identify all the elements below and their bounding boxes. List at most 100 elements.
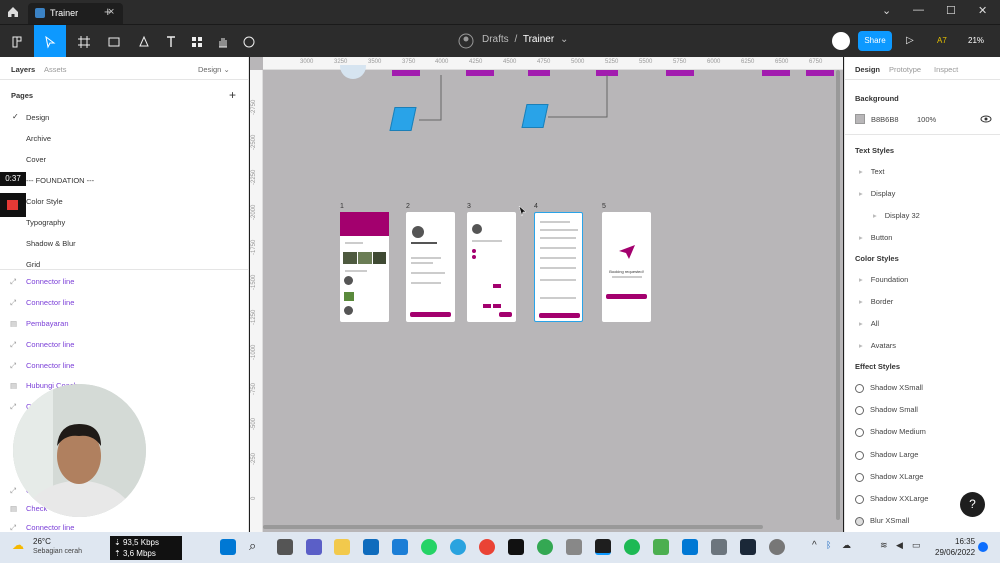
- effect-style-item[interactable]: Shadow XLarge: [855, 472, 923, 482]
- effect-style-item[interactable]: Blur XSmall: [855, 516, 909, 526]
- resources-icon[interactable]: [186, 25, 208, 58]
- bluetooth-icon[interactable]: ᛒ: [826, 540, 831, 550]
- start-button[interactable]: [220, 539, 236, 555]
- breadcrumb[interactable]: Drafts / Trainer ⌄: [482, 34, 568, 45]
- close-window-button[interactable]: ✕: [978, 4, 987, 17]
- color-style-item[interactable]: ▸ Border: [859, 297, 893, 306]
- rectangle-tool-icon[interactable]: [100, 25, 128, 58]
- add-page-button[interactable]: +: [229, 88, 236, 102]
- frame-payment-selected[interactable]: [534, 212, 583, 322]
- battery-icon[interactable]: ▭: [912, 540, 921, 551]
- chrome-profile-icon[interactable]: [537, 539, 553, 555]
- spotify-icon[interactable]: [624, 539, 640, 555]
- page-dropdown[interactable]: Design ⌄: [198, 65, 230, 74]
- text-style-item[interactable]: ▸ Display 32: [873, 211, 920, 220]
- chrome-icon[interactable]: [479, 539, 495, 555]
- telegram-icon[interactable]: [450, 539, 466, 555]
- move-tool-icon[interactable]: [34, 25, 66, 58]
- background-opacity-input[interactable]: 100%: [917, 115, 936, 124]
- layer-connector-line[interactable]: ⤢ Connector line: [10, 340, 74, 350]
- chevron-down-icon[interactable]: ⌄: [882, 4, 891, 17]
- hand-tool-icon[interactable]: [212, 25, 234, 58]
- layer-connector-line[interactable]: ⤢ Connector line: [10, 361, 74, 371]
- eye-icon[interactable]: [980, 114, 992, 126]
- tab-assets[interactable]: Assets: [44, 65, 67, 74]
- cloud-icon[interactable]: ☁: [842, 540, 851, 551]
- comment-tool-icon[interactable]: [238, 25, 260, 58]
- new-tab-button[interactable]: +: [104, 4, 112, 19]
- app-icon[interactable]: [653, 539, 669, 555]
- frame-home[interactable]: [340, 212, 389, 322]
- wifi-icon[interactable]: ≋: [880, 540, 888, 551]
- page-design[interactable]: Design: [26, 113, 49, 122]
- text-tool-icon[interactable]: [160, 25, 182, 58]
- teams-icon[interactable]: [306, 539, 322, 555]
- frame-coach-profile[interactable]: [406, 212, 455, 322]
- pen-tool-icon[interactable]: [130, 25, 158, 58]
- design-canvas[interactable]: 3000 3250 3500 3750 4000 4250 4500 4750 …: [250, 57, 843, 532]
- layer-connector-line[interactable]: ⤢ Connector line: [10, 298, 74, 308]
- effect-style-item[interactable]: Shadow XSmall: [855, 383, 923, 393]
- frame-booking-success[interactable]: Booking requested!: [602, 212, 651, 322]
- multiplayer-indicator[interactable]: A7: [937, 36, 947, 45]
- chevron-down-icon[interactable]: ⌄: [560, 34, 568, 45]
- text-style-item[interactable]: ▸ Display: [859, 189, 895, 198]
- tab-inspect[interactable]: Inspect: [934, 65, 958, 74]
- search-icon[interactable]: ⌕: [249, 538, 256, 554]
- maximize-button[interactable]: ☐: [946, 4, 956, 17]
- task-view-icon[interactable]: [277, 539, 293, 555]
- vertical-scrollbar[interactable]: [836, 70, 840, 520]
- present-icon[interactable]: ▷: [906, 35, 914, 46]
- user-avatar[interactable]: [832, 32, 850, 50]
- page-archive[interactable]: Archive: [26, 134, 51, 143]
- effect-style-item[interactable]: Shadow Large: [855, 450, 918, 460]
- effect-style-item[interactable]: Shadow Medium: [855, 427, 926, 437]
- page-shadow-blur[interactable]: Shadow & Blur: [26, 239, 76, 248]
- horizontal-scrollbar[interactable]: [263, 525, 763, 529]
- effect-style-item[interactable]: Shadow Small: [855, 405, 918, 415]
- main-menu-icon[interactable]: [4, 25, 30, 58]
- mail-icon[interactable]: [363, 539, 379, 555]
- tab-design[interactable]: Design: [855, 65, 880, 74]
- notion-icon[interactable]: [508, 539, 524, 555]
- page-foundation[interactable]: --- FOUNDATION ---: [26, 176, 94, 185]
- home-icon[interactable]: [6, 5, 20, 19]
- volume-icon[interactable]: ◀: [896, 540, 903, 551]
- file-explorer-icon[interactable]: [334, 539, 350, 555]
- layer-connector-line[interactable]: ⤢ Connector line: [10, 523, 74, 532]
- frame-schedule[interactable]: [467, 212, 516, 322]
- tray-chevron-icon[interactable]: ^: [812, 540, 817, 551]
- color-style-item[interactable]: ▸ Foundation: [859, 275, 908, 284]
- text-style-item[interactable]: ▸ Button: [859, 233, 892, 242]
- whatsapp-icon[interactable]: [421, 539, 437, 555]
- notification-icon[interactable]: [978, 542, 988, 552]
- photos-icon[interactable]: [711, 539, 727, 555]
- breadcrumb-file[interactable]: Trainer: [523, 34, 554, 45]
- notes-icon[interactable]: [566, 539, 582, 555]
- minimize-button[interactable]: —: [913, 4, 924, 16]
- calendar-icon[interactable]: [392, 539, 408, 555]
- background-swatch[interactable]: [855, 114, 865, 124]
- page-cover[interactable]: Cover: [26, 155, 46, 164]
- figma-icon[interactable]: [595, 539, 611, 555]
- text-style-item[interactable]: ▸ Text: [859, 167, 885, 176]
- clock-time[interactable]: 16:35: [955, 537, 975, 546]
- stop-recording-button[interactable]: [0, 193, 26, 217]
- layer-connector-line[interactable]: ⤢ Connector line: [10, 277, 74, 287]
- effect-style-item[interactable]: Shadow XXLarge: [855, 494, 928, 504]
- zoom-level[interactable]: 21%: [968, 36, 984, 45]
- tab-layers[interactable]: Layers: [11, 65, 35, 74]
- settings-icon[interactable]: [769, 539, 785, 555]
- color-style-item[interactable]: ▸ All: [859, 319, 879, 328]
- help-button[interactable]: ?: [960, 492, 985, 517]
- steam-icon[interactable]: [740, 539, 756, 555]
- page-color-style[interactable]: Color Style: [26, 197, 63, 206]
- app-icon[interactable]: [682, 539, 698, 555]
- breadcrumb-folder[interactable]: Drafts: [482, 34, 509, 45]
- tab-prototype[interactable]: Prototype: [889, 65, 921, 74]
- weather-temp[interactable]: 26°C: [33, 537, 51, 546]
- frame-tool-icon[interactable]: [70, 25, 98, 58]
- weather-desc[interactable]: Sebagian cerah: [33, 548, 82, 555]
- background-hex-input[interactable]: B8B6B8: [871, 115, 899, 124]
- clock-date[interactable]: 29/06/2022: [935, 548, 975, 557]
